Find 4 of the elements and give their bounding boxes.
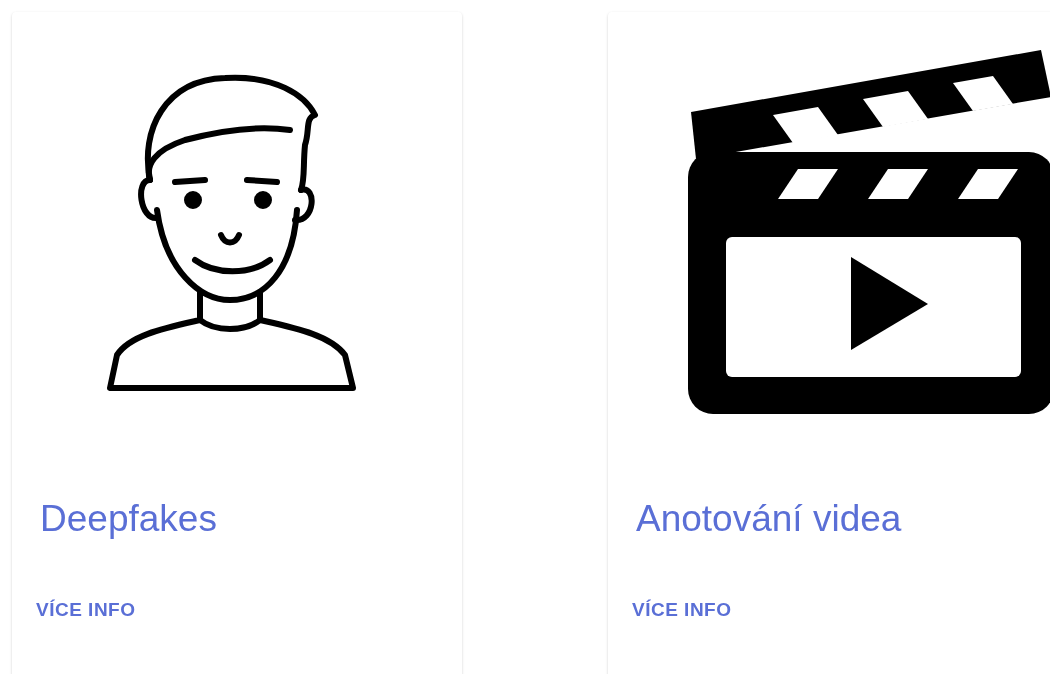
more-info-button[interactable]: VÍCE INFO: [624, 593, 740, 627]
card-title[interactable]: Anotování videa: [636, 497, 902, 541]
card-title[interactable]: Deepfakes: [40, 497, 217, 541]
more-info-button[interactable]: VÍCE INFO: [28, 593, 144, 627]
